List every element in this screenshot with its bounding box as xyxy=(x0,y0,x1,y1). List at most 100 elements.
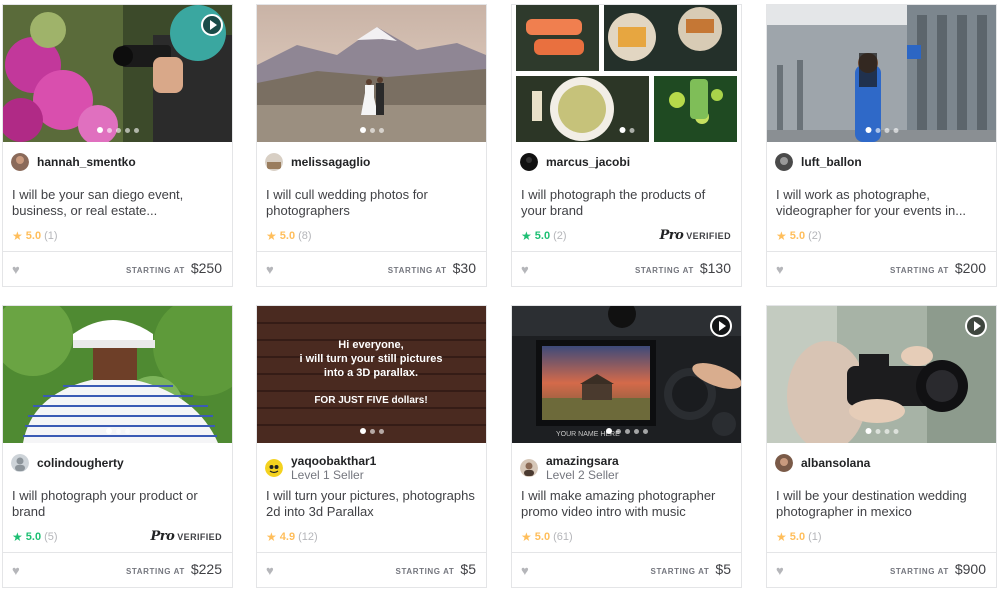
gig-thumbnail[interactable]: Hi everyone, i will turn your still pict… xyxy=(257,306,486,443)
gig-thumbnail[interactable] xyxy=(3,5,232,142)
gig-card[interactable]: melissagaglio I will cull wedding photos… xyxy=(256,4,487,287)
price-block[interactable]: STARTING AT $130 xyxy=(635,260,731,276)
heart-icon[interactable]: ♥ xyxy=(521,262,529,277)
carousel-dot[interactable] xyxy=(875,428,880,434)
heart-icon[interactable]: ♥ xyxy=(776,563,784,578)
seller-name[interactable]: hannah_smentko xyxy=(37,155,136,169)
gig-thumbnail[interactable] xyxy=(512,5,741,142)
carousel-dot[interactable] xyxy=(369,127,375,133)
seller-name[interactable]: colindougherty xyxy=(37,456,124,470)
price-block[interactable]: STARTING AT $250 xyxy=(126,260,222,276)
gig-title[interactable]: I will cull wedding photos for photograp… xyxy=(266,187,478,219)
seller-name[interactable]: marcus_jacobi xyxy=(546,155,630,169)
gig-thumbnail[interactable]: YOUR NAME HERE xyxy=(512,306,741,443)
carousel-dots[interactable] xyxy=(359,428,384,434)
carousel-dot[interactable] xyxy=(893,127,898,133)
carousel-dot[interactable] xyxy=(124,428,130,434)
carousel-dot[interactable] xyxy=(133,127,139,133)
heart-icon[interactable]: ♥ xyxy=(266,563,274,578)
carousel-dots[interactable] xyxy=(619,127,634,133)
price-block[interactable]: STARTING AT $5 xyxy=(396,561,476,577)
carousel-dot[interactable] xyxy=(865,428,871,434)
carousel-dot[interactable] xyxy=(369,428,375,434)
carousel-dot[interactable] xyxy=(629,127,634,133)
carousel-dot[interactable] xyxy=(115,428,121,434)
seller-name[interactable]: melissagaglio xyxy=(291,155,370,169)
avatar[interactable] xyxy=(520,459,538,477)
price-block[interactable]: STARTING AT $225 xyxy=(126,561,222,577)
seller-info[interactable]: hannah_smentko xyxy=(11,153,136,171)
carousel-dots[interactable] xyxy=(865,428,898,434)
gig-thumbnail[interactable] xyxy=(3,306,232,443)
carousel-dot[interactable] xyxy=(633,428,639,434)
heart-icon[interactable]: ♥ xyxy=(521,563,529,578)
gig-thumbnail[interactable] xyxy=(257,5,486,142)
gig-title[interactable]: I will make amazing photographer promo v… xyxy=(521,488,733,520)
carousel-dot[interactable] xyxy=(893,428,898,434)
avatar[interactable] xyxy=(265,459,283,477)
play-video-icon[interactable] xyxy=(965,315,987,337)
price-block[interactable]: STARTING AT $900 xyxy=(890,561,986,577)
carousel-dot[interactable] xyxy=(884,127,889,133)
carousel-dot[interactable] xyxy=(624,428,630,434)
carousel-dot[interactable] xyxy=(865,127,871,133)
gig-card[interactable]: albansolana I will be your destination w… xyxy=(766,305,997,588)
carousel-dots[interactable] xyxy=(105,428,130,434)
carousel-dot[interactable] xyxy=(124,127,130,133)
seller-name[interactable]: albansolana xyxy=(801,456,870,470)
carousel-dots[interactable] xyxy=(96,127,139,133)
carousel-dot[interactable] xyxy=(378,127,384,133)
seller-info[interactable]: marcus_jacobi xyxy=(520,153,630,171)
play-video-icon[interactable] xyxy=(201,14,223,36)
heart-icon[interactable]: ♥ xyxy=(12,563,20,578)
gig-title[interactable]: I will be your san diego event, business… xyxy=(12,187,224,219)
avatar[interactable] xyxy=(775,454,793,472)
carousel-dot[interactable] xyxy=(359,428,366,434)
gig-card[interactable]: marcus_jacobi I will photograph the prod… xyxy=(511,4,742,287)
carousel-dots[interactable] xyxy=(605,428,648,434)
carousel-dot[interactable] xyxy=(106,127,112,133)
avatar[interactable] xyxy=(265,153,283,171)
seller-info[interactable]: albansolana xyxy=(775,454,870,472)
seller-info[interactable]: luft_ballon xyxy=(775,153,862,171)
gig-title[interactable]: I will be your destination wedding photo… xyxy=(776,488,988,520)
avatar[interactable] xyxy=(11,153,29,171)
carousel-dot[interactable] xyxy=(378,428,384,434)
seller-name[interactable]: amazingsara xyxy=(546,454,619,468)
carousel-dot[interactable] xyxy=(642,428,648,434)
carousel-dots[interactable] xyxy=(359,127,384,133)
play-video-icon[interactable] xyxy=(710,315,732,337)
price-block[interactable]: STARTING AT $5 xyxy=(651,561,731,577)
carousel-dot[interactable] xyxy=(105,428,112,434)
seller-info[interactable]: yaqoobakthar1 Level 1 Seller xyxy=(265,454,376,482)
carousel-dot[interactable] xyxy=(359,127,366,133)
gig-card[interactable]: Hi everyone, i will turn your still pict… xyxy=(256,305,487,588)
gig-card[interactable]: hannah_smentko I will be your san diego … xyxy=(2,4,233,287)
carousel-dot[interactable] xyxy=(115,127,121,133)
carousel-dot[interactable] xyxy=(875,127,880,133)
seller-info[interactable]: colindougherty xyxy=(11,454,124,472)
gig-thumbnail[interactable] xyxy=(767,306,996,443)
gig-title[interactable]: I will photograph the products of your b… xyxy=(521,187,733,219)
seller-name[interactable]: yaqoobakthar1 xyxy=(291,454,376,468)
seller-info[interactable]: amazingsara Level 2 Seller xyxy=(520,454,619,482)
gig-thumbnail[interactable] xyxy=(767,5,996,142)
seller-name[interactable]: luft_ballon xyxy=(801,155,862,169)
gig-card[interactable]: luft_ballon I will work as photographe, … xyxy=(766,4,997,287)
price-block[interactable]: STARTING AT $200 xyxy=(890,260,986,276)
carousel-dot[interactable] xyxy=(96,127,103,133)
heart-icon[interactable]: ♥ xyxy=(12,262,20,277)
carousel-dot[interactable] xyxy=(615,428,621,434)
gig-card[interactable]: colindougherty I will photograph your pr… xyxy=(2,305,233,588)
carousel-dot[interactable] xyxy=(605,428,612,434)
carousel-dots[interactable] xyxy=(865,127,898,133)
heart-icon[interactable]: ♥ xyxy=(266,262,274,277)
avatar[interactable] xyxy=(775,153,793,171)
price-block[interactable]: STARTING AT $30 xyxy=(388,260,476,276)
avatar[interactable] xyxy=(520,153,538,171)
gig-card[interactable]: YOUR NAME HERE amazingsara Level 2 Selle… xyxy=(511,305,742,588)
carousel-dot[interactable] xyxy=(884,428,889,434)
seller-info[interactable]: melissagaglio xyxy=(265,153,370,171)
gig-title[interactable]: I will turn your pictures, photographs 2… xyxy=(266,488,478,520)
gig-title[interactable]: I will photograph your product or brand xyxy=(12,488,224,520)
